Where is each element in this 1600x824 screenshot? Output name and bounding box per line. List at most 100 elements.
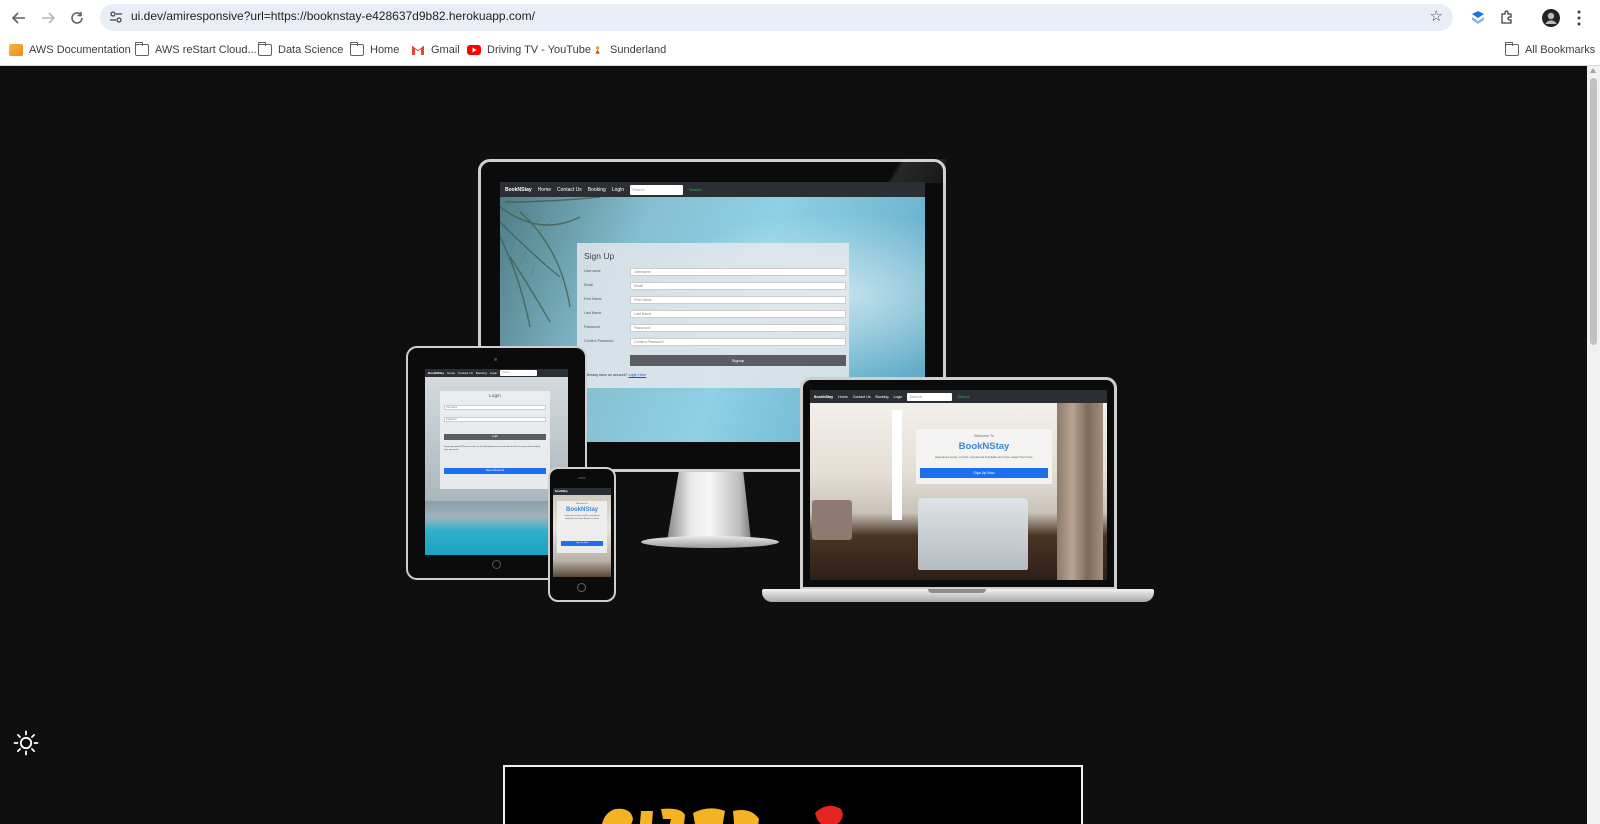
bookmark-sunderland[interactable]: Sunderland: [594, 42, 666, 58]
forward-button[interactable]: [37, 8, 59, 28]
signup-footer-text: Already have an account?: [586, 373, 628, 377]
nav-login[interactable]: Login: [490, 371, 497, 375]
arrow-left-icon: [12, 12, 25, 24]
hero-welcome: Welcome To: [974, 434, 994, 438]
signup-field-last-name: Last Name Last Name: [584, 310, 846, 318]
hero-signup-button[interactable]: Sign Up Now: [920, 468, 1048, 478]
bookmark-gmail[interactable]: Gmail: [411, 42, 460, 58]
field-label: Password: [584, 325, 600, 329]
bookmark-driving-tv-youtube[interactable]: Driving TV - YouTube: [467, 42, 591, 58]
profile-avatar-icon[interactable]: [1541, 8, 1561, 28]
monitor-stand: [666, 472, 752, 542]
signup-field-email: Email Email: [584, 282, 846, 290]
login-title: Login: [489, 394, 501, 399]
signup-title: Sign Up: [584, 251, 615, 261]
nav-home[interactable]: Home: [538, 187, 551, 193]
bookmark-star-icon[interactable]: ☆: [1430, 7, 1443, 25]
page-scrollbar[interactable]: [1587, 66, 1600, 824]
scrollbar-thumb[interactable]: [1590, 78, 1597, 345]
next-section-card: [503, 765, 1083, 824]
signup-form-card: Sign Up Username Username Email Email Fi…: [577, 243, 849, 388]
site-search-input[interactable]: Search: [907, 392, 953, 401]
hero-tagline: Experience luxury, comfort, exceptional …: [935, 455, 1033, 459]
username-input[interactable]: Username: [630, 268, 846, 276]
nav-contact[interactable]: Contact Us: [458, 371, 473, 375]
bookmark-home[interactable]: Home: [350, 42, 399, 58]
password-input[interactable]: Password: [630, 324, 846, 332]
bookmark-aws-documentation[interactable]: AWS Documentation: [9, 42, 131, 58]
extensions-puzzle-icon[interactable]: [1497, 8, 1517, 28]
reset-password-button[interactable]: Reset Password: [444, 468, 546, 474]
pool-image: [425, 501, 568, 555]
email-input[interactable]: Email: [630, 282, 846, 290]
all-bookmarks-button[interactable]: All Bookmarks: [1505, 42, 1595, 58]
bookmark-label: Data Science: [278, 44, 344, 56]
site-search-button[interactable]: Search: [689, 187, 702, 192]
laptop-screen: BookNStay Home Contact Us Booking Login …: [810, 390, 1107, 580]
nav-contact[interactable]: Contact Us: [557, 187, 582, 193]
confirm-password-input[interactable]: Confirm Password: [630, 338, 846, 346]
hero-signup-button[interactable]: Sign Up Now: [561, 541, 603, 546]
signup-button[interactable]: Signup: [630, 355, 846, 366]
sun-theme-toggle-icon[interactable]: [13, 730, 39, 756]
phone-home-button: [577, 583, 586, 592]
bookmark-label: AWS Documentation: [29, 44, 131, 56]
bookmark-aws-restart-cloud[interactable]: AWS reStart Cloud...: [135, 42, 257, 58]
phone-mockup: BookNStay Welcome To BookNStay Experienc…: [548, 467, 616, 602]
site-navbar: BookNStay: [553, 488, 611, 495]
site-settings-icon[interactable]: [109, 10, 123, 24]
first-name-input[interactable]: First Name: [630, 296, 846, 304]
bookmarks-bar: AWS Documentation AWS reStart Cloud... D…: [0, 35, 1600, 66]
nav-booking[interactable]: Booking: [588, 187, 606, 193]
screen-glare: [861, 159, 946, 183]
bookmark-label: Sunderland: [610, 44, 667, 56]
hero-brand: BookNStay: [565, 507, 598, 513]
site-search-button[interactable]: Search: [957, 394, 970, 399]
folder-icon: [258, 42, 272, 56]
browser-toolbar: ui.dev/amiresponsive?url=https://booknst…: [0, 0, 1600, 35]
field-label: First Name: [584, 297, 602, 301]
bookmark-label: Gmail: [431, 44, 460, 56]
login-username-input[interactable]: Username: [444, 405, 546, 410]
signup-footer: Already have an account? Login Here: [586, 373, 646, 377]
login-here-link[interactable]: Login Here: [629, 373, 647, 377]
back-button[interactable]: [8, 8, 30, 28]
nav-booking[interactable]: Booking: [476, 371, 487, 375]
tablet-screen: BookNStay Home Contact Us Booking Login …: [425, 369, 568, 555]
aws-docs-icon: [9, 44, 23, 56]
nav-login[interactable]: Login: [894, 395, 903, 399]
gmail-icon: [411, 45, 425, 55]
nav-home[interactable]: Home: [447, 371, 455, 375]
signup-field-password: Password Password: [584, 324, 846, 332]
site-navbar: BookNStay Home Contact Us Booking Login …: [810, 390, 1107, 403]
login-password-input[interactable]: Password: [444, 417, 546, 422]
signup-field-username: Username Username: [584, 268, 846, 276]
site-brand[interactable]: BookNStay: [555, 490, 568, 493]
all-bookmarks-label: All Bookmarks: [1525, 44, 1596, 56]
folder-icon: [135, 42, 149, 56]
reload-button[interactable]: [66, 8, 88, 28]
monitor-stand-base: [641, 536, 779, 548]
signup-field-confirm-password: Confirm Password Confirm Password: [584, 338, 846, 346]
nav-login[interactable]: Login: [612, 187, 624, 193]
extension-shield-icon[interactable]: [1468, 8, 1488, 28]
bookmark-label: Home: [370, 44, 400, 56]
room-curtain: [1057, 403, 1103, 580]
site-brand[interactable]: BookNStay: [814, 395, 833, 399]
url-text[interactable]: ui.dev/amiresponsive?url=https://booknst…: [131, 9, 535, 23]
last-name-input[interactable]: Last Name: [630, 310, 846, 318]
bookmark-data-science[interactable]: Data Science: [258, 42, 343, 58]
phone-hero-card: Welcome To BookNStay Experience luxury, …: [557, 501, 607, 553]
login-button[interactable]: Login: [444, 434, 546, 440]
site-search-input[interactable]: Search: [630, 184, 684, 195]
nav-contact[interactable]: Contact Us: [853, 395, 871, 399]
menu-kebab-icon[interactable]: [1569, 8, 1589, 28]
site-brand[interactable]: BookNStay: [505, 187, 532, 193]
nav-booking[interactable]: Booking: [876, 395, 889, 399]
scroll-up-arrow[interactable]: [1590, 68, 1596, 73]
site-brand[interactable]: BookNStay: [428, 371, 444, 375]
tablet-home-button: [492, 560, 501, 569]
site-search-input[interactable]: Search: [500, 370, 538, 376]
address-bar[interactable]: ui.dev/amiresponsive?url=https://booknst…: [100, 4, 1453, 31]
nav-home[interactable]: Home: [838, 395, 848, 399]
